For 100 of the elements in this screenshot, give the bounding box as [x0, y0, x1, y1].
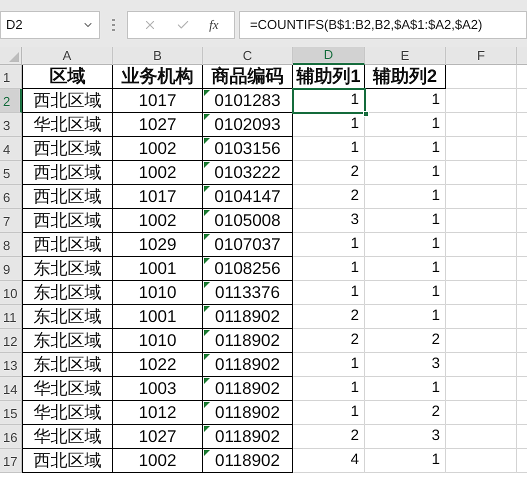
- empty-cell[interactable]: [446, 65, 517, 89]
- row-header[interactable]: 12: [0, 329, 22, 353]
- row-header[interactable]: 6: [0, 185, 22, 209]
- table-cell[interactable]: 1002: [113, 161, 203, 185]
- fill-handle[interactable]: [363, 111, 369, 117]
- column-header[interactable]: [517, 47, 527, 65]
- table-cell[interactable]: 1010: [113, 281, 203, 305]
- table-cell[interactable]: 东北区域: [22, 305, 113, 329]
- table-cell[interactable]: 1017: [113, 185, 203, 209]
- table-cell[interactable]: 1: [365, 449, 446, 473]
- table-cell[interactable]: 1: [365, 257, 446, 281]
- row-header[interactable]: 2: [0, 89, 22, 113]
- empty-cell[interactable]: [446, 449, 517, 473]
- table-cell[interactable]: 4: [293, 449, 365, 473]
- table-cell[interactable]: 2: [365, 401, 446, 425]
- table-cell[interactable]: 西北区域: [22, 89, 113, 113]
- column-title[interactable]: 业务机构: [113, 65, 203, 89]
- table-cell[interactable]: 2: [293, 161, 365, 185]
- table-cell[interactable]: 1: [293, 113, 365, 137]
- table-cell[interactable]: 2: [293, 185, 365, 209]
- table-cell[interactable]: 东北区域: [22, 281, 113, 305]
- empty-cell[interactable]: [446, 329, 517, 353]
- table-cell[interactable]: 西北区域: [22, 185, 113, 209]
- row-header[interactable]: 7: [0, 209, 22, 233]
- row-header[interactable]: 17: [0, 449, 22, 473]
- table-cell[interactable]: 1027: [113, 113, 203, 137]
- table-cell[interactable]: 1003: [113, 377, 203, 401]
- table-cell[interactable]: 东北区域: [22, 257, 113, 281]
- table-cell[interactable]: 1012: [113, 401, 203, 425]
- table-cell[interactable]: 1: [365, 377, 446, 401]
- table-cell[interactable]: 3: [365, 425, 446, 449]
- column-header[interactable]: E: [365, 47, 446, 65]
- empty-cell[interactable]: [446, 353, 517, 377]
- empty-cell[interactable]: [446, 401, 517, 425]
- table-cell[interactable]: 1: [293, 89, 365, 113]
- empty-cell[interactable]: [446, 233, 517, 257]
- table-cell[interactable]: 2: [293, 329, 365, 353]
- table-cell[interactable]: 1002: [113, 449, 203, 473]
- table-cell[interactable]: 1: [365, 233, 446, 257]
- row-header[interactable]: 13: [0, 353, 22, 377]
- table-cell[interactable]: 1022: [113, 353, 203, 377]
- empty-cell[interactable]: [446, 305, 517, 329]
- empty-cell[interactable]: [446, 281, 517, 305]
- table-cell[interactable]: 1: [365, 113, 446, 137]
- table-cell[interactable]: 1: [293, 281, 365, 305]
- table-cell[interactable]: 1: [365, 281, 446, 305]
- table-cell[interactable]: 1: [293, 257, 365, 281]
- table-cell[interactable]: 西北区域: [22, 209, 113, 233]
- table-cell[interactable]: 华北区域: [22, 377, 113, 401]
- column-header[interactable]: C: [203, 47, 293, 65]
- column-header[interactable]: D: [293, 47, 365, 65]
- row-header[interactable]: 8: [0, 233, 22, 257]
- column-header[interactable]: B: [113, 47, 203, 65]
- column-header[interactable]: A: [22, 47, 113, 65]
- table-cell[interactable]: 1: [365, 305, 446, 329]
- row-header[interactable]: 11: [0, 305, 22, 329]
- table-cell[interactable]: 华北区域: [22, 425, 113, 449]
- table-cell[interactable]: 1029: [113, 233, 203, 257]
- empty-cell[interactable]: [446, 113, 517, 137]
- column-title[interactable]: 商品编码: [203, 65, 293, 89]
- table-cell[interactable]: 1: [293, 233, 365, 257]
- table-cell[interactable]: 华北区域: [22, 113, 113, 137]
- table-cell[interactable]: 1: [365, 161, 446, 185]
- table-cell[interactable]: 3: [365, 353, 446, 377]
- empty-cell[interactable]: [446, 377, 517, 401]
- table-cell[interactable]: 2: [293, 425, 365, 449]
- empty-cell[interactable]: [446, 161, 517, 185]
- table-cell[interactable]: 1002: [113, 209, 203, 233]
- table-cell[interactable]: 华北区域: [22, 401, 113, 425]
- column-title[interactable]: 区域: [22, 65, 113, 89]
- column-header[interactable]: F: [446, 47, 517, 65]
- row-header[interactable]: 15: [0, 401, 22, 425]
- table-cell[interactable]: 西北区域: [22, 233, 113, 257]
- table-cell[interactable]: 西北区域: [22, 449, 113, 473]
- table-cell[interactable]: 1017: [113, 89, 203, 113]
- row-header[interactable]: 3: [0, 113, 22, 137]
- table-cell[interactable]: 1001: [113, 305, 203, 329]
- table-cell[interactable]: 2: [365, 329, 446, 353]
- empty-cell[interactable]: [446, 257, 517, 281]
- table-cell[interactable]: 1010: [113, 329, 203, 353]
- select-all-corner[interactable]: [0, 47, 22, 65]
- table-cell[interactable]: 1: [365, 137, 446, 161]
- empty-cell[interactable]: [446, 137, 517, 161]
- row-header[interactable]: 16: [0, 425, 22, 449]
- table-cell[interactable]: 1: [365, 185, 446, 209]
- table-cell[interactable]: 1: [365, 89, 446, 113]
- empty-cell[interactable]: [446, 185, 517, 209]
- table-cell[interactable]: 1027: [113, 425, 203, 449]
- row-header[interactable]: 5: [0, 161, 22, 185]
- empty-cell[interactable]: [446, 89, 517, 113]
- table-cell[interactable]: 1: [293, 137, 365, 161]
- row-header[interactable]: 14: [0, 377, 22, 401]
- table-cell[interactable]: 西北区域: [22, 161, 113, 185]
- insert-function-button[interactable]: fx: [209, 15, 219, 35]
- table-cell[interactable]: 1: [365, 209, 446, 233]
- table-cell[interactable]: 1: [293, 401, 365, 425]
- row-header[interactable]: 1: [0, 65, 22, 89]
- table-cell[interactable]: 1: [293, 353, 365, 377]
- table-cell[interactable]: 1002: [113, 137, 203, 161]
- table-cell[interactable]: 西北区域: [22, 137, 113, 161]
